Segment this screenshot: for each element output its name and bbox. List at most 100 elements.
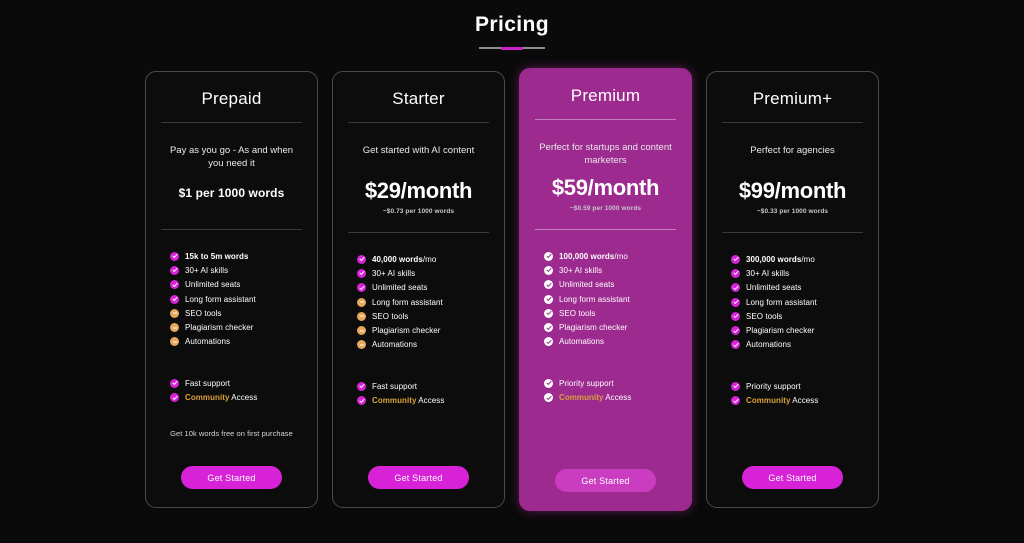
feature-item: 100,000 words/mo bbox=[544, 249, 677, 263]
check-icon bbox=[170, 265, 179, 275]
feature-item-label: SEO tools bbox=[559, 308, 596, 318]
feature-item-label: Plagiarism checker bbox=[559, 323, 628, 333]
feature-item-label: Automations bbox=[746, 340, 792, 350]
minus-icon bbox=[170, 308, 179, 318]
plan-tagline: Perfect for agencies bbox=[750, 145, 835, 156]
plan-tagline: Pay as you go - As and when you need it bbox=[169, 145, 294, 169]
feature-item-label: Unlimited seats bbox=[559, 280, 615, 290]
feature-item: 40,000 words/mo bbox=[357, 252, 490, 266]
check-icon bbox=[731, 297, 740, 307]
feature-item: Unlimited seats bbox=[170, 278, 303, 292]
feature-item: SEO tools bbox=[357, 309, 490, 323]
support-item-label: Priority support bbox=[746, 381, 801, 391]
check-icon bbox=[731, 311, 740, 321]
support-item-label: Community Access bbox=[185, 393, 258, 403]
pricing-card-premium[interactable]: Premium+ Perfect for agencies $99/month ~$0… bbox=[706, 71, 879, 508]
feature-item: Automations bbox=[170, 335, 303, 349]
feature-list: 15k to 5m words 30+ AI skills Unlimited se… bbox=[160, 249, 303, 349]
title-underline bbox=[479, 46, 545, 50]
check-icon bbox=[731, 326, 740, 336]
title-underline-left bbox=[479, 47, 501, 49]
support-list: Fast support Community Access bbox=[160, 376, 303, 405]
feature-item: SEO tools bbox=[170, 306, 303, 320]
pricing-card-premium[interactable]: Premium Perfect for startups and content … bbox=[519, 68, 692, 511]
support-item: Priority support bbox=[544, 376, 677, 390]
price-divider bbox=[535, 229, 676, 230]
feature-item: Plagiarism checker bbox=[357, 323, 490, 337]
feature-list: 40,000 words/mo 30+ AI skills Unlimited se… bbox=[347, 252, 490, 352]
feature-item-label: SEO tools bbox=[746, 311, 783, 321]
check-icon bbox=[544, 308, 553, 318]
title-underline-right bbox=[523, 47, 545, 49]
page-header: Pricing bbox=[0, 0, 1024, 50]
check-icon bbox=[731, 254, 740, 264]
plan-title: Premium bbox=[570, 86, 641, 105]
plan-price-note: ~$0.33 per 1000 words bbox=[756, 208, 829, 215]
support-item-label: Community Access bbox=[746, 396, 819, 406]
check-icon bbox=[357, 254, 366, 264]
feature-item: Plagiarism checker bbox=[544, 320, 677, 334]
feature-item: SEO tools bbox=[731, 309, 864, 323]
support-list: Fast support Community Access bbox=[347, 379, 490, 408]
feature-item-label: Long form assistant bbox=[372, 297, 443, 307]
support-item: Community Access bbox=[544, 390, 677, 404]
get-started-button[interactable]: Get Started bbox=[181, 466, 282, 489]
feature-item-label: Plagiarism checker bbox=[746, 326, 815, 336]
feature-item-label: 30+ AI skills bbox=[372, 268, 416, 278]
pricing-card-starter[interactable]: Starter Get started with AI content $29/mo… bbox=[332, 71, 505, 508]
check-icon bbox=[544, 378, 553, 388]
feature-item: Automations bbox=[357, 338, 490, 352]
check-icon bbox=[357, 283, 366, 293]
get-started-button[interactable]: Get Started bbox=[368, 466, 469, 489]
support-list: Priority support Community Access bbox=[721, 379, 864, 408]
get-started-button[interactable]: Get Started bbox=[555, 469, 656, 492]
minus-icon bbox=[170, 337, 179, 347]
plan-price-note: ~$0.73 per 1000 words bbox=[382, 208, 455, 215]
check-icon bbox=[170, 393, 179, 403]
title-divider bbox=[161, 122, 302, 123]
feature-item-label: 30+ AI skills bbox=[746, 268, 790, 278]
check-icon bbox=[170, 294, 179, 304]
check-icon bbox=[731, 340, 740, 350]
feature-item: Plagiarism checker bbox=[731, 323, 864, 337]
support-item-label: Fast support bbox=[185, 378, 231, 388]
minus-icon bbox=[357, 340, 366, 350]
support-list: Priority support Community Access bbox=[534, 376, 677, 405]
feature-list: 100,000 words/mo 30+ AI skills Unlimited s… bbox=[534, 249, 677, 349]
plan-price: $1 per 1000 words bbox=[178, 186, 285, 200]
plan-title: Starter bbox=[392, 89, 445, 108]
plan-price: $59/month bbox=[551, 175, 660, 200]
feature-item: Plagiarism checker bbox=[170, 320, 303, 334]
check-icon bbox=[731, 268, 740, 278]
cta-container: Get Started bbox=[721, 466, 864, 489]
plan-footnote: Get 10k words free on first purchase bbox=[170, 428, 293, 438]
get-started-button[interactable]: Get Started bbox=[742, 466, 843, 489]
plan-footnote bbox=[347, 432, 490, 443]
pricing-card-prepaid[interactable]: Prepaid Pay as you go - As and when you n… bbox=[145, 71, 318, 508]
check-icon bbox=[544, 280, 553, 290]
support-item: Fast support bbox=[170, 376, 303, 390]
support-item: Priority support bbox=[731, 379, 864, 393]
feature-item: Long form assistant bbox=[544, 292, 677, 306]
feature-item: 30+ AI skills bbox=[544, 263, 677, 277]
check-icon bbox=[357, 268, 366, 278]
feature-item-label: Automations bbox=[559, 337, 605, 347]
feature-item-label: 40,000 words/mo bbox=[372, 254, 437, 264]
title-underline-accent bbox=[501, 46, 523, 50]
plan-price-note: ~$0.59 per 1000 words bbox=[569, 205, 642, 212]
support-item: Community Access bbox=[731, 393, 864, 407]
feature-item: SEO tools bbox=[544, 306, 677, 320]
check-icon bbox=[544, 294, 553, 304]
plan-tagline: Get started with AI content bbox=[362, 145, 475, 156]
pricing-card-row: Prepaid Pay as you go - As and when you n… bbox=[0, 68, 1024, 511]
support-item-label: Community Access bbox=[372, 396, 445, 406]
feature-item-label: 100,000 words/mo bbox=[559, 251, 628, 261]
cta-container: Get Started bbox=[160, 466, 303, 489]
feature-item-label: 300,000 words/mo bbox=[746, 254, 815, 264]
feature-item: Long form assistant bbox=[731, 295, 864, 309]
pricing-page: Pricing Prepaid Pay as you go - As and wh… bbox=[0, 0, 1024, 543]
page-title: Pricing bbox=[475, 13, 549, 36]
plan-title: Premium+ bbox=[752, 89, 833, 108]
feature-item: 30+ AI skills bbox=[170, 263, 303, 277]
feature-item-label: Automations bbox=[372, 340, 418, 350]
